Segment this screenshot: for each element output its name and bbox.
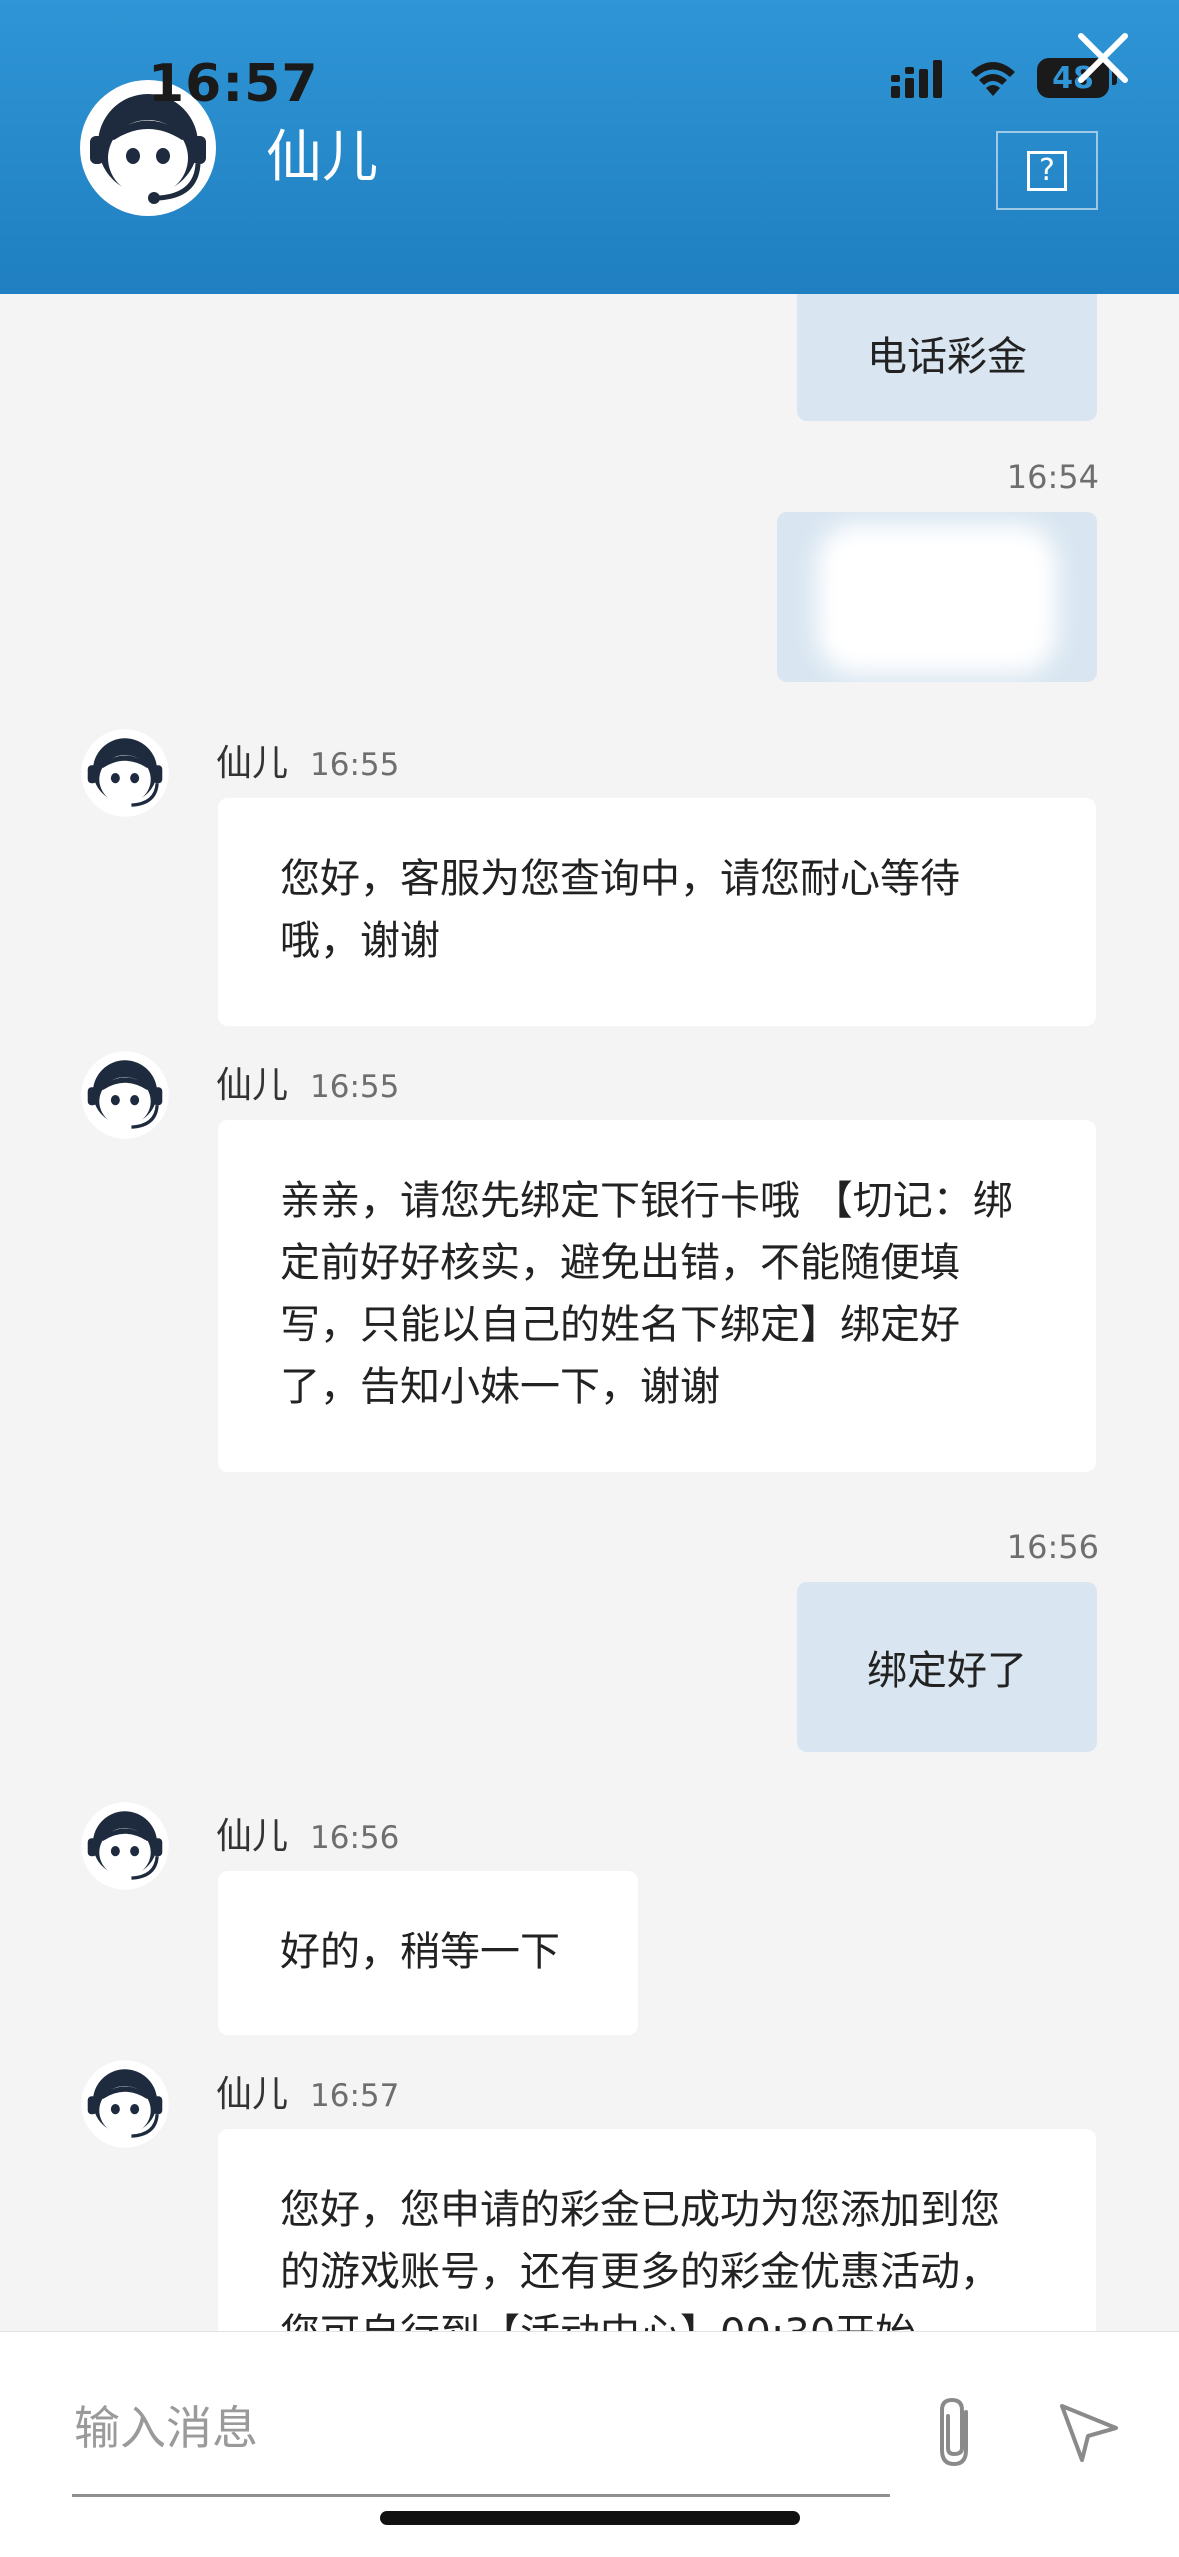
incoming-message: 亲亲，请您先绑定下银行卡哦 【切记：绑定前好好核实，避免出错，不能随便填写，只能… [218, 1120, 1096, 1472]
signal-icon [891, 60, 942, 98]
message-text: 电话彩金 [867, 333, 1027, 380]
message-time: 16:54 [1006, 458, 1099, 496]
incoming-message: 好的，稍等一下 [218, 1871, 638, 2035]
wifi-icon [971, 62, 1015, 96]
avatar-icon [81, 2060, 169, 2148]
close-button[interactable] [1071, 26, 1135, 90]
message-meta: 仙儿 16:55 [216, 734, 399, 786]
incoming-message: 您好，客服为您查询中，请您耐心等待哦，谢谢 [218, 798, 1096, 1026]
send-button[interactable] [1054, 2398, 1124, 2468]
incoming-message: 您好，您申请的彩金已成功为您添加到您的游戏账号，还有更多的彩金优惠活动，您可自行… [218, 2129, 1096, 2331]
message-meta: 仙儿 16:55 [216, 1056, 399, 1108]
sender-name: 仙儿 [216, 1816, 289, 1857]
message-text: 您好，您申请的彩金已成功为您添加到您的游戏账号，还有更多的彩金优惠活动，您可自行… [280, 2187, 1000, 2331]
message-input[interactable] [72, 2392, 894, 2464]
message-text: 绑定好了 [867, 1648, 1027, 1694]
sender-name: 仙儿 [216, 743, 289, 784]
message-input-bar [0, 2331, 1179, 2557]
help-button[interactable]: ? [996, 131, 1098, 210]
message-time: 16:56 [1006, 1528, 1099, 1566]
avatar-icon [81, 1802, 169, 1890]
sender-name: 仙儿 [216, 1065, 289, 1106]
attach-button[interactable] [928, 2392, 984, 2472]
message-meta: 仙儿 16:57 [216, 2065, 399, 2117]
avatar-icon [81, 1051, 169, 1139]
chat-area[interactable]: 电话彩金 16:54 仙儿 16:55 您好，客服为您查询中，请您耐心等待哦，谢谢… [0, 294, 1179, 2331]
message-time: 16:55 [310, 1069, 400, 1105]
message-time: 16:57 [310, 2078, 400, 2114]
message-time: 16:56 [310, 1820, 400, 1856]
close-icon [1078, 33, 1128, 83]
outgoing-message: 绑定好了 [797, 1582, 1097, 1752]
outgoing-message: 电话彩金 [797, 294, 1097, 421]
avatar-icon [81, 729, 169, 817]
attachment-icon [940, 2397, 968, 2467]
message-meta: 仙儿 16:56 [216, 1807, 399, 1859]
outgoing-message-redacted [777, 512, 1097, 682]
message-text: 您好，客服为您查询中，请您耐心等待哦，谢谢 [280, 856, 960, 964]
home-indicator [380, 2511, 800, 2525]
send-icon [1060, 2404, 1118, 2462]
agent-name: 仙儿 [266, 125, 378, 190]
sender-name: 仙儿 [216, 2074, 289, 2115]
help-icon: ? [1027, 150, 1067, 191]
chat-header: 16:57 仙儿 48 ? [0, 0, 1179, 294]
status-time: 16:57 [148, 54, 319, 114]
message-text: 好的，稍等一下 [280, 1929, 560, 1975]
input-underline [72, 2494, 890, 2497]
message-text: 亲亲，请您先绑定下银行卡哦 【切记：绑定前好好核实，避免出错，不能随便填写，只能… [280, 1178, 1013, 1410]
message-time: 16:55 [310, 747, 400, 783]
